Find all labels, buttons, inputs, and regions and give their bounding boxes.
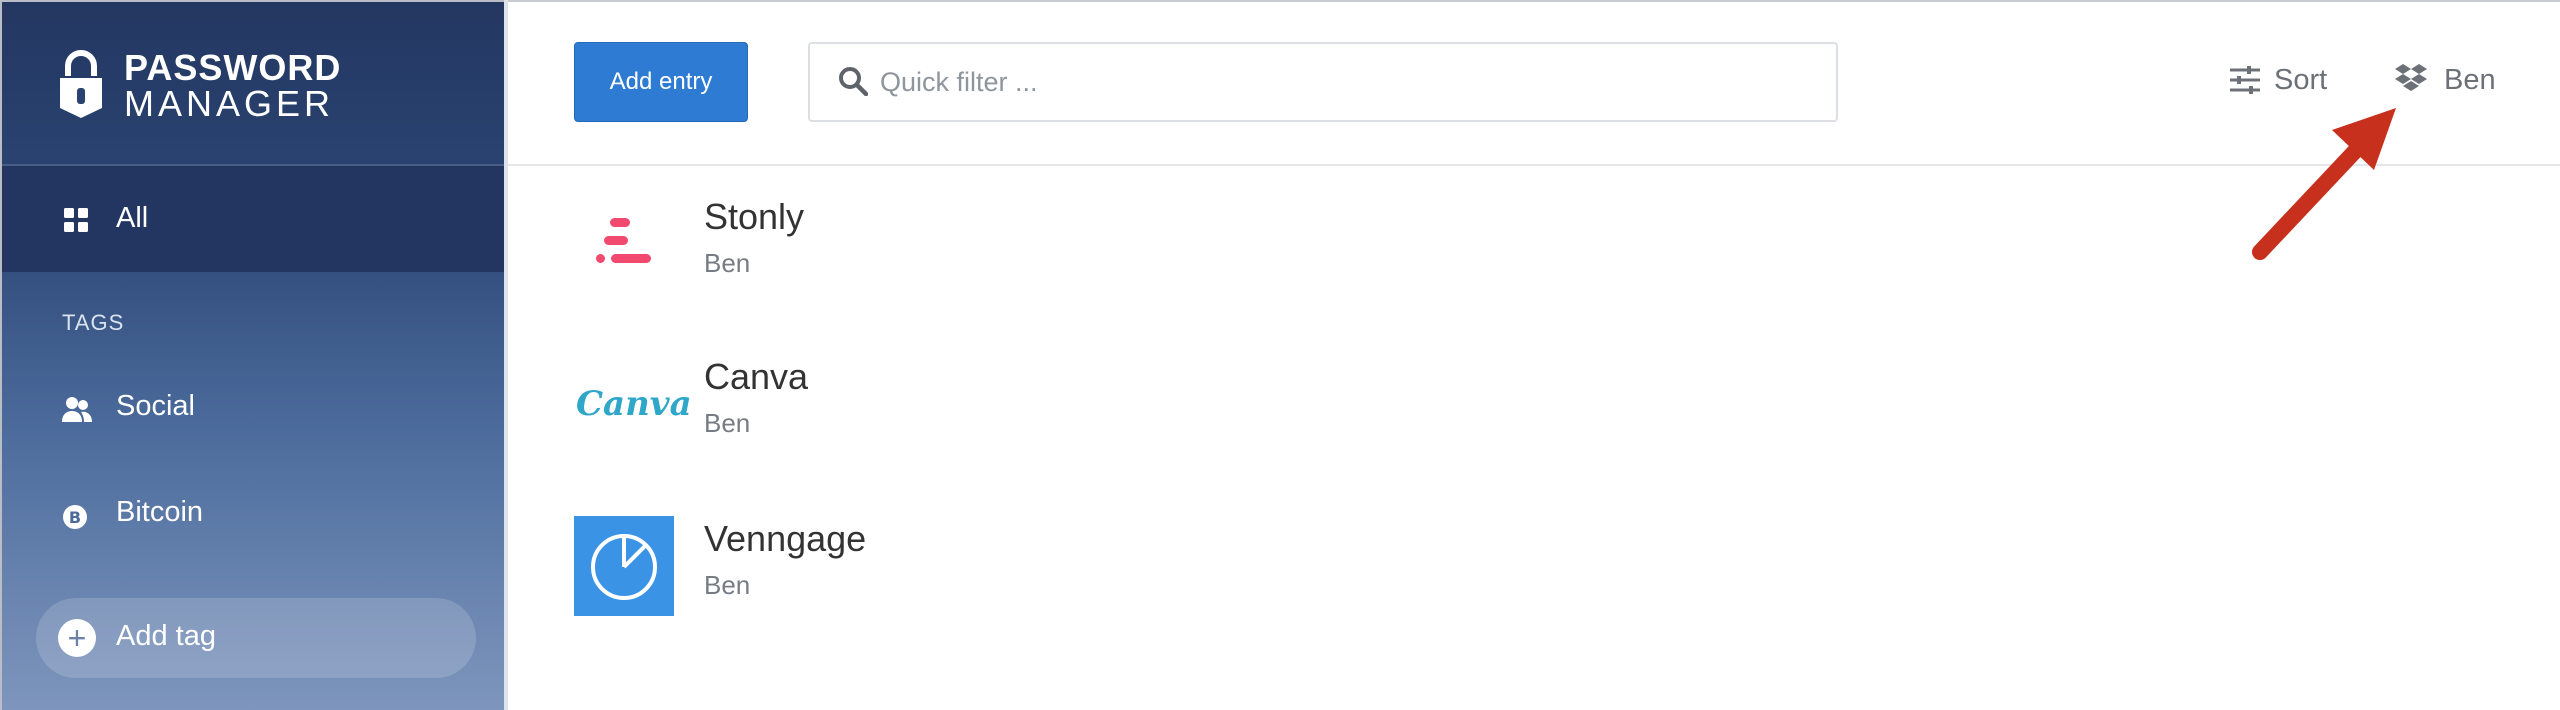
pie-clock-icon <box>591 534 657 600</box>
sidebar-item-social[interactable]: Social <box>2 372 504 452</box>
entry-row-venngage[interactable]: Venngage Ben <box>574 516 2174 620</box>
sidebar-item-bitcoin[interactable]: B Bitcoin <box>2 478 504 558</box>
entry-row-stonly[interactable]: Stonly Ben <box>574 194 2174 298</box>
canva-logo-text: Canva <box>576 384 692 424</box>
annotation-arrow-icon <box>2252 108 2396 260</box>
tags-heading: TAGS <box>62 310 125 335</box>
sidebar: PASSWORD MANAGER All TAGS Social B Bitco… <box>0 0 504 710</box>
entry-title: Venngage <box>704 518 867 559</box>
sliders-icon <box>2230 66 2260 94</box>
add-tag-label: Add tag <box>116 620 216 652</box>
dropbox-icon <box>2395 64 2427 91</box>
entry-title: Canva <box>704 356 809 397</box>
add-tag-button[interactable]: + Add tag <box>36 598 476 678</box>
canva-logo: Canva <box>574 354 692 454</box>
account-label: Ben <box>2444 64 2496 96</box>
search-icon <box>839 67 868 96</box>
sort-label: Sort <box>2274 64 2328 96</box>
venngage-logo <box>574 516 674 616</box>
entry-user: Ben <box>704 570 751 600</box>
brand-logo: PASSWORD MANAGER <box>58 50 418 122</box>
entry-user: Ben <box>704 408 751 438</box>
people-icon <box>62 397 92 422</box>
entry-title: Stonly <box>704 196 805 237</box>
grid-icon <box>64 208 88 232</box>
brand-name-line1: PASSWORD <box>124 47 342 88</box>
sidebar-item-label: Bitcoin <box>116 496 204 528</box>
plus-icon: + <box>58 619 96 657</box>
svg-text:B: B <box>69 508 81 527</box>
entry-row-canva[interactable]: Canva Canva Ben <box>574 354 2174 458</box>
entry-user: Ben <box>704 248 751 278</box>
sidebar-edge <box>504 0 508 710</box>
sidebar-item-all[interactable]: All <box>2 166 504 272</box>
bitcoin-icon: B <box>63 505 87 529</box>
add-entry-button[interactable]: Add entry <box>574 42 748 122</box>
quick-filter[interactable] <box>808 42 1838 122</box>
brand-name-line2: MANAGER <box>124 83 335 124</box>
sidebar-item-label: Social <box>116 390 195 422</box>
search-input[interactable] <box>880 60 1800 104</box>
padlock-icon <box>60 50 102 118</box>
sidebar-item-label: All <box>116 202 149 234</box>
stonly-logo <box>596 218 651 263</box>
window-top-border <box>508 0 2560 2</box>
